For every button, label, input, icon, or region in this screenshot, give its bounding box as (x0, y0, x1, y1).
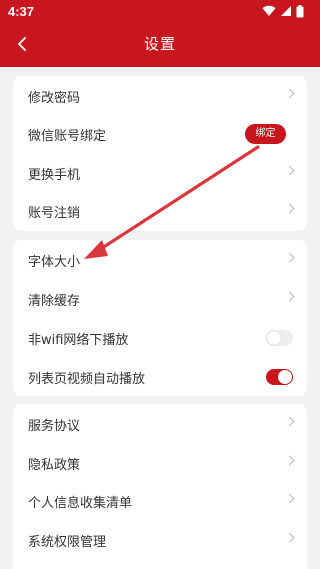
toggle-knob (267, 331, 281, 345)
toggle-knob (278, 370, 292, 384)
item-label: 修改密码 (28, 91, 81, 106)
chevron-right-icon (284, 493, 295, 504)
settings-group-display: 字体大小 清除缓存 非wifi网络下播放 列表页视频自动播放 (13, 240, 307, 396)
settings-item-permission-management[interactable]: 系统权限管理 (13, 520, 307, 558)
item-label: 更换手机 (28, 168, 81, 183)
chevron-right-icon (284, 416, 295, 427)
chevron-right-icon (284, 88, 295, 99)
settings-item-personal-info-list[interactable]: 个人信息收集清单 (13, 481, 307, 519)
settings-item-clear-cache[interactable]: 清除缓存 (13, 279, 307, 317)
chevron-right-icon (284, 165, 295, 176)
battery-icon (296, 4, 304, 17)
chevron-right-icon (284, 532, 295, 543)
chevron-right-icon (284, 455, 295, 466)
settings-item-change-password[interactable]: 修改密码 (13, 76, 307, 114)
status-icons (262, 4, 304, 18)
settings-item-font-size[interactable]: 字体大小 (13, 240, 307, 278)
signal-icon (281, 6, 291, 16)
settings-item-privacy-policy[interactable]: 隐私政策 (13, 443, 307, 481)
page-title: 设置 (143, 35, 176, 53)
settings-item-non-wifi-playback: 非wifi网络下播放 (13, 318, 307, 356)
wifi-icon (262, 5, 276, 17)
autoplay-toggle[interactable] (266, 369, 293, 385)
status-time: 4:37 (8, 4, 35, 19)
settings-group-legal: 服务协议 隐私政策 个人信息收集清单 系统权限管理 (13, 404, 307, 569)
nav-bar: 设置 (0, 24, 320, 67)
item-label: 微信账号绑定 (28, 129, 107, 144)
item-label: 字体大小 (28, 255, 81, 270)
settings-item-change-phone[interactable]: 更换手机 (13, 153, 307, 191)
item-label: 列表页视频自动播放 (28, 372, 146, 387)
settings-item-delete-account[interactable]: 账号注销 (13, 191, 307, 229)
item-label: 隐私政策 (28, 458, 81, 473)
item-label: 非wifi网络下播放 (28, 333, 129, 348)
chevron-right-icon (284, 252, 295, 263)
chevron-right-icon (284, 203, 295, 214)
settings-item-autoplay: 列表页视频自动播放 (13, 357, 307, 395)
settings-item-wechat-binding[interactable]: 微信账号绑定 绑定 (13, 114, 307, 152)
settings-group-account: 修改密码 微信账号绑定 绑定 更换手机 账号注销 (13, 76, 307, 231)
item-label: 系统权限管理 (28, 535, 107, 550)
item-label: 服务协议 (28, 419, 81, 434)
settings-item-service-agreement[interactable]: 服务协议 (13, 404, 307, 442)
item-label: 个人信息收集清单 (28, 496, 133, 511)
status-bar: 4:37 (0, 0, 320, 24)
app-header: 4:37 设置 (0, 0, 320, 67)
non-wifi-playback-toggle[interactable] (266, 330, 293, 346)
item-label: 清除缓存 (28, 294, 81, 309)
item-label: 账号注销 (28, 206, 81, 221)
bind-button[interactable]: 绑定 (245, 124, 286, 144)
chevron-right-icon (284, 291, 295, 302)
